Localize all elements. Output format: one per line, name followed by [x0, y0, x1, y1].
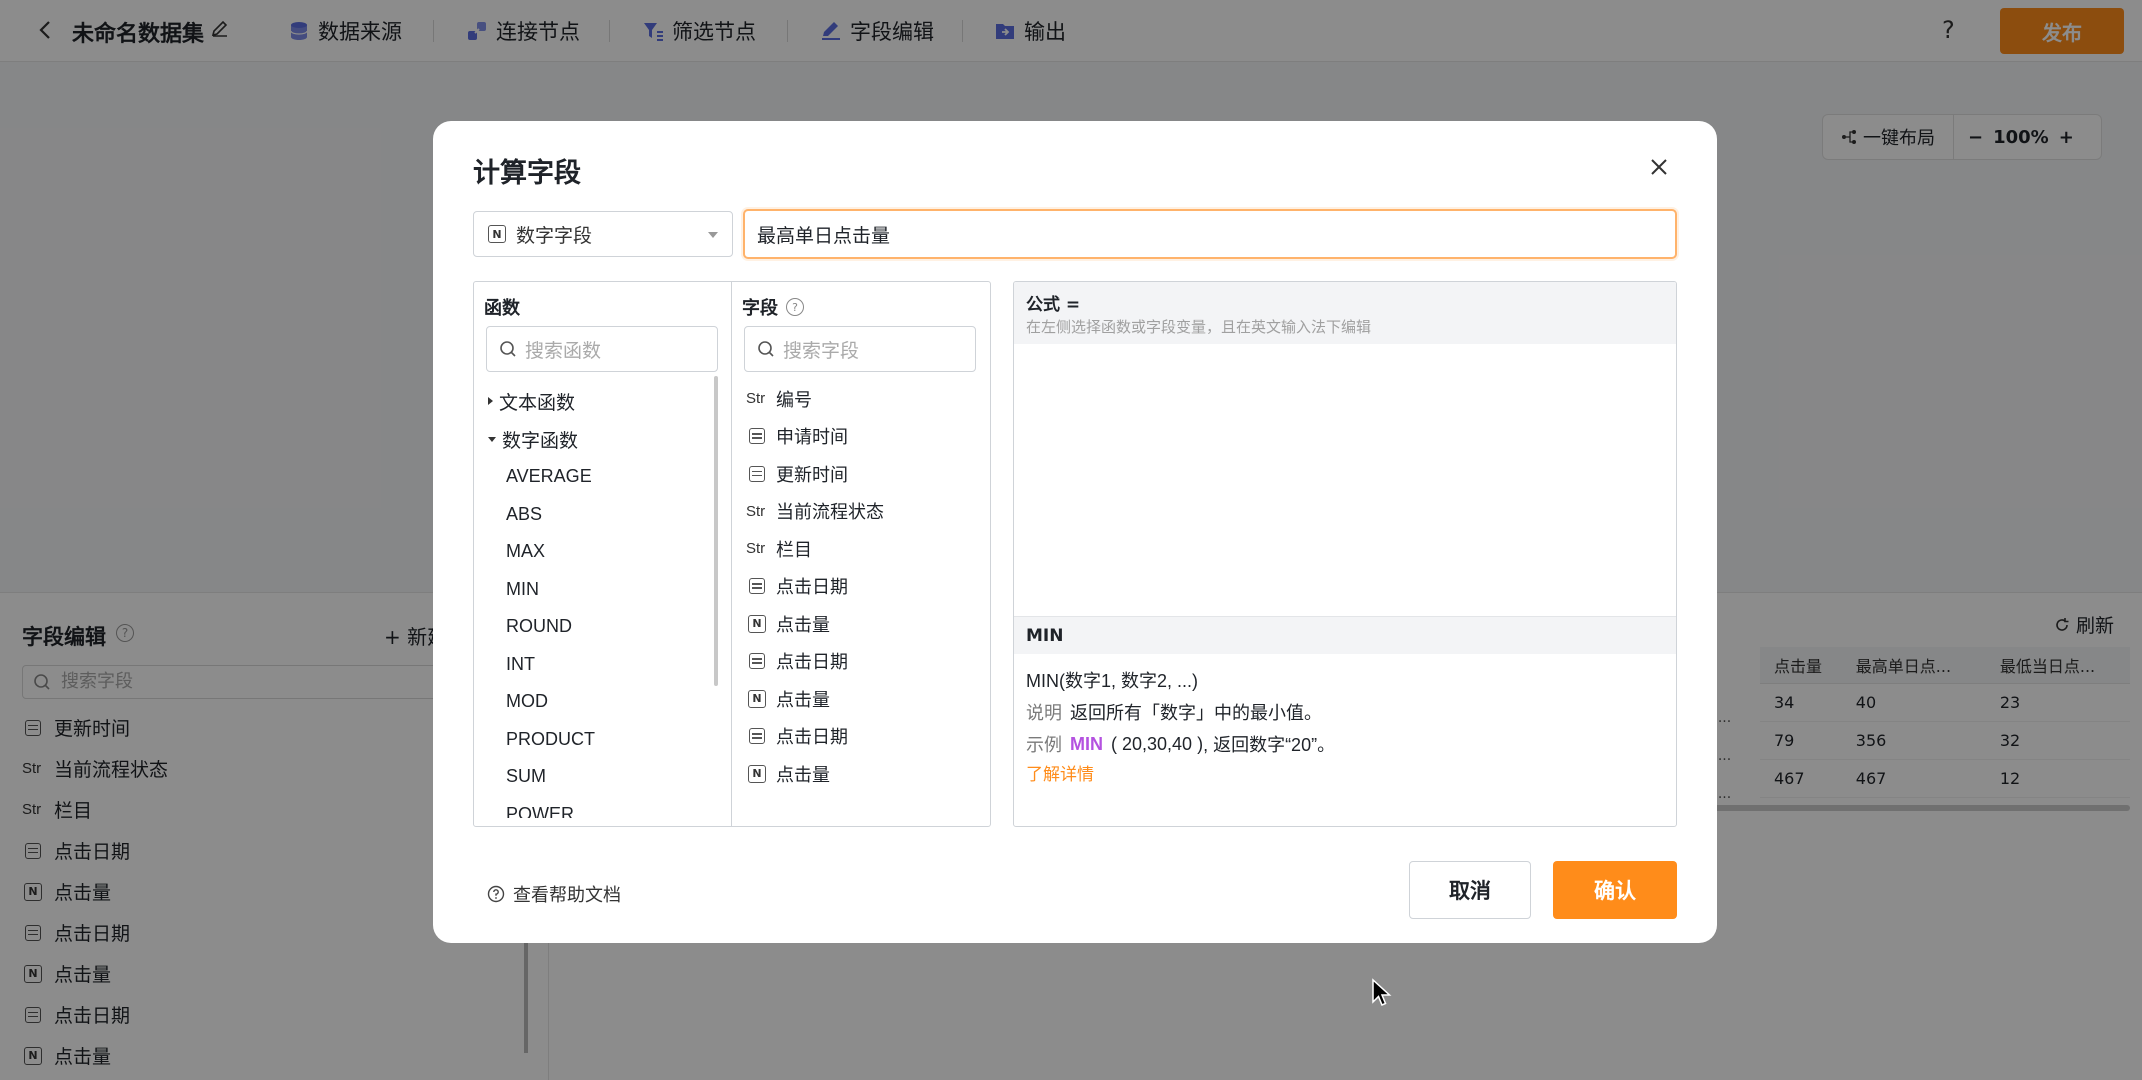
example-keyword: MIN [1070, 733, 1103, 754]
field-item-label: 当前流程状态 [776, 502, 884, 524]
field-list: Str 编号 申请时间 更新时间 Str 当前流程状态 Str 栏目 点击日期 N 点击量 点击日期 N… [746, 380, 976, 793]
function-list: 文本函数数字函数 AVERAGE ABS MAX MIN ROUND INT MOD PRODU… [488, 382, 718, 818]
field-item[interactable]: 点击日期 [746, 643, 976, 681]
function-syntax: MIN(数字1, 数字2, ...) [1026, 664, 1666, 696]
field-type-select[interactable]: N 数字字段 [473, 211, 733, 257]
function-item[interactable]: PRODUCT [488, 721, 718, 759]
string-type-icon: Str [746, 390, 766, 408]
confirm-button[interactable]: 确认 [1553, 861, 1677, 919]
function-item[interactable]: POWER [488, 796, 718, 818]
field-item[interactable]: N 点击量 [746, 680, 976, 718]
date-type-icon [746, 465, 768, 482]
field-item-label: 编号 [776, 389, 812, 411]
date-type-icon [746, 653, 768, 670]
caret-right-icon [488, 397, 493, 405]
search-icon [500, 341, 516, 357]
function-item[interactable]: AVERAGE [488, 458, 718, 496]
function-item[interactable]: ABS [488, 496, 718, 534]
field-item-label: 点击日期 [776, 577, 848, 599]
field-column: 字段 ? 搜索字段 Str 编号申请时间更新时间 Str 当前流程状态 Str 栏目点击日… [732, 282, 990, 826]
description-label: 说明 [1026, 703, 1062, 723]
function-item[interactable]: MOD [488, 683, 718, 721]
help-circle-icon [487, 885, 505, 903]
learn-more-link[interactable]: 了解详情 [1026, 765, 1094, 785]
formula-header: 公式 = 在左侧选择函数或字段变量，且在英文输入法下编辑 [1014, 282, 1676, 344]
chevron-down-icon [708, 232, 718, 238]
function-item[interactable]: SUM [488, 758, 718, 796]
number-type-icon: N [746, 689, 768, 708]
number-type-icon: N [746, 614, 768, 633]
syntax-text: MIN(数字1, 数字2, ...) [1026, 671, 1199, 691]
date-type-icon [746, 578, 768, 595]
formula-panel: 公式 = 在左侧选择函数或字段变量，且在英文输入法下编辑 MIN MIN(数字1… [1013, 281, 1677, 827]
field-name-input[interactable] [743, 209, 1677, 259]
function-doc-title: MIN [1014, 616, 1676, 654]
formula-label: 公式 = [1026, 295, 1081, 315]
function-list-scrollbar[interactable] [714, 376, 718, 686]
function-group[interactable]: 文本函数 [488, 382, 718, 420]
example-args: ( 20,30,40 ) [1111, 733, 1204, 754]
field-search-placeholder: 搜索字段 [783, 339, 860, 362]
field-item[interactable]: 点击日期 [746, 568, 976, 606]
function-field-panel: 函数 搜索函数 文本函数数字函数 AVERAGE ABS MAX MIN ROUND INT… [473, 281, 991, 827]
function-search-input[interactable]: 搜索函数 [486, 326, 718, 372]
function-item[interactable]: MAX [488, 533, 718, 571]
help-doc-label: 查看帮助文档 [513, 885, 621, 906]
field-item[interactable]: 点击日期 [746, 718, 976, 756]
formula-editor[interactable] [1014, 344, 1676, 616]
function-group-label: 数字函数 [502, 429, 579, 452]
function-group[interactable]: 数字函数 [488, 420, 718, 458]
function-item[interactable]: MIN [488, 571, 718, 609]
function-search-placeholder: 搜索函数 [525, 339, 602, 362]
field-item[interactable]: Str 编号 [746, 380, 976, 418]
field-item[interactable]: Str 当前流程状态 [746, 493, 976, 531]
field-item-label: 点击日期 [776, 727, 848, 749]
calculated-field-dialog: 计算字段 N 数字字段 函数 搜索函数 文本函数数字函数 AVERAGEABSMA… [433, 121, 1717, 943]
field-item[interactable]: 更新时间 [746, 455, 976, 493]
field-item-label: 点击量 [776, 614, 830, 636]
string-type-icon: Str [746, 540, 766, 558]
dialog-title: 计算字段 [473, 158, 581, 189]
field-item[interactable]: 申请时间 [746, 418, 976, 456]
cancel-button[interactable]: 取消 [1409, 861, 1531, 919]
field-item-label: 更新时间 [776, 464, 848, 486]
mouse-cursor-icon [1372, 978, 1392, 1006]
function-group-label: 文本函数 [499, 391, 576, 414]
function-header: 函数 [484, 294, 520, 320]
description-text: 返回所有「数字」中的最小值。 [1070, 703, 1322, 723]
caret-down-icon [488, 436, 496, 442]
field-search-input[interactable]: 搜索字段 [744, 326, 976, 372]
example-label: 示例 [1026, 735, 1062, 755]
field-header: 字段 ? [742, 294, 804, 320]
function-item[interactable]: ROUND [488, 608, 718, 646]
date-type-icon [746, 428, 768, 445]
date-type-icon [746, 728, 768, 745]
field-header-label: 字段 [742, 298, 778, 319]
help-circle-icon[interactable]: ? [786, 298, 804, 316]
close-icon[interactable] [1647, 155, 1671, 179]
formula-hint: 在左侧选择函数或字段变量，且在英文输入法下编辑 [1026, 318, 1372, 336]
field-type-value: 数字字段 [516, 224, 593, 247]
search-icon [758, 341, 774, 357]
field-item-label: 点击量 [776, 764, 830, 786]
string-type-icon: Str [746, 502, 766, 520]
field-item-label: 点击日期 [776, 652, 848, 674]
function-description: 说明 返回所有「数字」中的最小值。 [1026, 696, 1666, 728]
field-item-label: 栏目 [776, 539, 812, 561]
field-item[interactable]: Str 栏目 [746, 530, 976, 568]
field-item-label: 点击量 [776, 689, 830, 711]
function-header-label: 函数 [484, 298, 520, 319]
field-item[interactable]: N 点击量 [746, 605, 976, 643]
example-result: , 返回数字“20”。 [1203, 735, 1336, 755]
number-type-icon: N [488, 225, 506, 243]
function-column: 函数 搜索函数 文本函数数字函数 AVERAGE ABS MAX MIN ROUND INT… [474, 282, 732, 826]
number-type-icon: N [746, 764, 768, 783]
field-item[interactable]: N 点击量 [746, 755, 976, 793]
field-item-label: 申请时间 [776, 427, 848, 449]
function-example: 示例 MIN ( 20,30,40 ) , 返回数字“20”。 [1026, 728, 1666, 760]
function-doc: MIN(数字1, 数字2, ...) 说明 返回所有「数字」中的最小值。 示例 … [1026, 664, 1666, 785]
help-doc-link[interactable]: 查看帮助文档 [487, 881, 621, 907]
function-item[interactable]: INT [488, 646, 718, 684]
